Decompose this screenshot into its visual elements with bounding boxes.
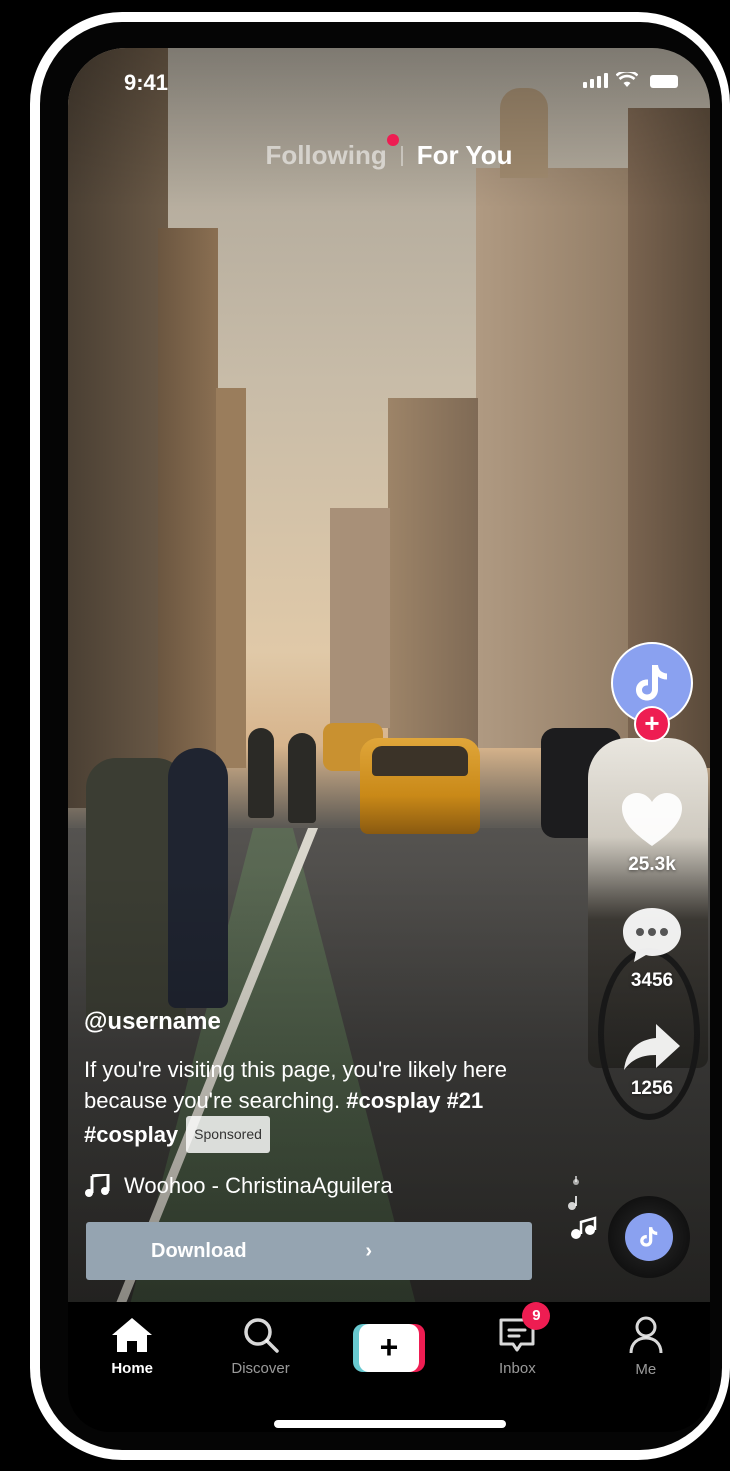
nav-discover-label: Discover	[231, 1359, 290, 1377]
tab-following-label: Following	[265, 140, 387, 170]
hashtag-21[interactable]: #21	[447, 1088, 484, 1113]
feed-tabs: Following For You	[68, 134, 710, 171]
nav-me[interactable]: Me	[591, 1315, 701, 1378]
nav-home[interactable]: Home	[77, 1316, 187, 1377]
inbox-badge: 9	[522, 1301, 551, 1330]
battery-icon	[650, 75, 678, 88]
like-count: 25.3k	[628, 854, 676, 875]
like-button[interactable]: 25.3k	[621, 792, 683, 876]
music-track-name: Woohoo - ChristinaAguilera	[124, 1173, 393, 1198]
pedestrian-3	[248, 728, 274, 818]
home-indicator[interactable]	[274, 1420, 506, 1428]
post-caption: @username If you're visiting this page, …	[84, 1008, 564, 1199]
home-icon	[112, 1317, 153, 1352]
building-left-2	[158, 228, 218, 788]
nav-home-label: Home	[111, 1359, 154, 1377]
post-description: If you're visiting this page, you're lik…	[84, 1054, 564, 1153]
follow-button[interactable]: +	[634, 706, 670, 742]
building-left-3	[216, 388, 246, 768]
description-text: If you're visiting this page, you're lik…	[84, 1057, 507, 1113]
chevron-right-icon: ›	[365, 1239, 372, 1262]
hashtag-cosplay[interactable]: #cosplay	[346, 1088, 440, 1113]
tiktok-logo-icon-small	[640, 1227, 658, 1247]
bottom-nav: Home Discover + 9 Inbox Me	[68, 1301, 710, 1390]
tab-following[interactable]: Following	[251, 134, 400, 171]
create-button[interactable]: +	[352, 1324, 425, 1372]
status-time: 9:41	[124, 70, 169, 95]
download-button[interactable]: Download ›	[86, 1222, 532, 1280]
sponsored-badge: Sponsored	[186, 1116, 270, 1153]
share-arrow-icon	[624, 1024, 680, 1070]
tab-for-you[interactable]: For You	[403, 140, 527, 171]
share-button[interactable]: 1256	[622, 1022, 682, 1100]
comment-button[interactable]: 3456	[621, 906, 683, 992]
building-mid	[388, 398, 478, 748]
profile-icon	[629, 1316, 663, 1353]
tiktok-logo-icon	[636, 665, 667, 701]
disc-avatar	[625, 1213, 673, 1261]
music-note-icon	[85, 1174, 110, 1197]
pedestrian-4	[288, 733, 316, 823]
new-content-dot	[386, 134, 399, 146]
download-label: Download	[151, 1239, 247, 1262]
tab-for-you-label: For You	[416, 140, 513, 170]
nav-me-label: Me	[635, 1360, 657, 1378]
floating-music-notes-icon	[568, 1176, 597, 1239]
share-count: 1256	[630, 1078, 674, 1099]
music-track[interactable]: Woohoo - ChristinaAguilera	[84, 1173, 564, 1199]
nav-discover[interactable]: Discover	[206, 1316, 316, 1377]
wifi-icon	[616, 72, 638, 87]
action-rail: + 25.3k 3456 1256	[610, 642, 694, 1100]
signal-icon	[583, 73, 608, 88]
nav-inbox[interactable]: 9 Inbox	[462, 1301, 572, 1377]
nav-create[interactable]: +	[334, 1320, 444, 1372]
comment-icon	[623, 908, 681, 962]
video-screen[interactable]: 9:41 Following For You + 25.3k 3456 1256…	[68, 48, 710, 1390]
heart-icon	[622, 793, 682, 846]
status-icons	[583, 72, 678, 88]
taxi-window	[372, 746, 468, 776]
building-far	[330, 508, 390, 728]
plus-icon: +	[358, 1324, 419, 1372]
post-username[interactable]: @username	[84, 1008, 564, 1036]
music-disc[interactable]	[608, 1196, 690, 1278]
comment-count: 3456	[630, 970, 674, 991]
nav-inbox-label: Inbox	[499, 1359, 536, 1377]
hashtag-cosplay-2[interactable]: #cosplay	[84, 1122, 178, 1147]
search-icon	[243, 1317, 279, 1353]
